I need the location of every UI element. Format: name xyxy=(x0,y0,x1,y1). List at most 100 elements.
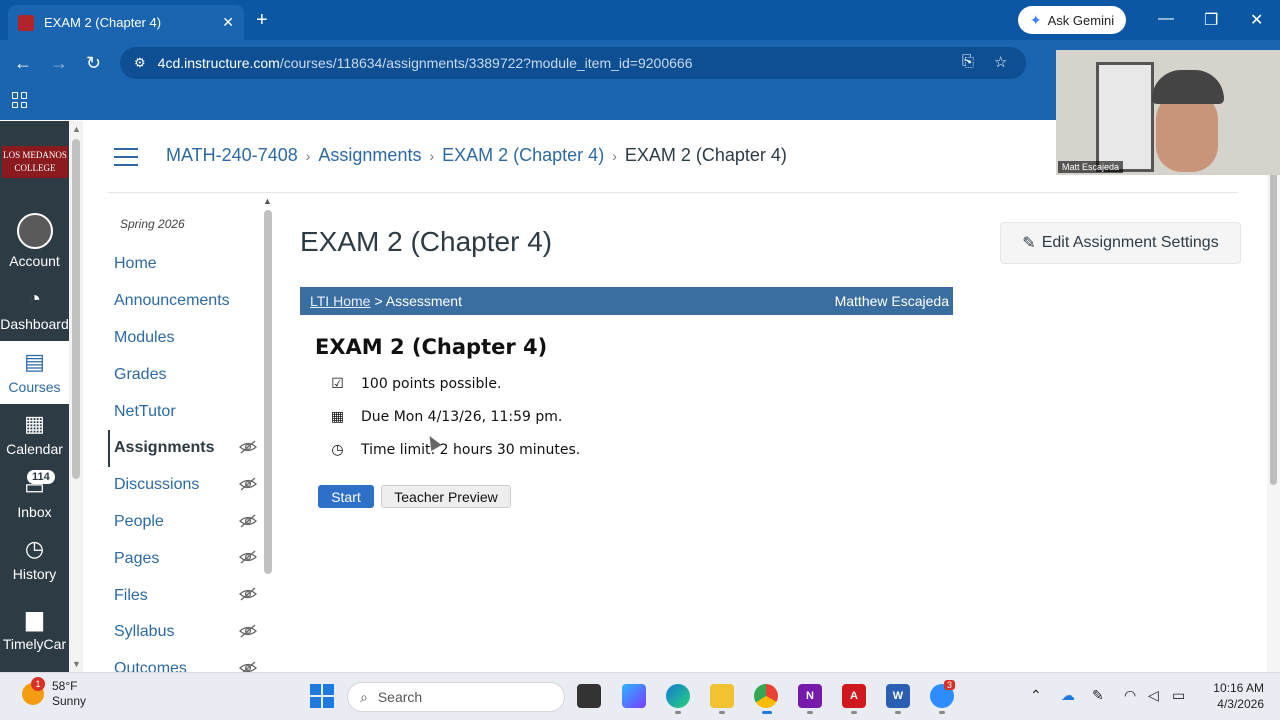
minimize-icon[interactable]: — xyxy=(1158,10,1174,28)
global-nav-label: Calendar xyxy=(6,441,63,457)
breadcrumb-assignments[interactable]: Assignments xyxy=(318,145,421,166)
course-nav-grades[interactable]: Grades xyxy=(108,356,263,393)
due-text: Due Mon 4/13/26, 11:59 pm. xyxy=(361,409,563,425)
app-active-indicator xyxy=(762,711,772,714)
close-window-icon[interactable]: ✕ xyxy=(1250,10,1263,30)
battery-icon[interactable]: ▭ xyxy=(1172,687,1185,704)
course-nav-label: Assignments xyxy=(114,439,215,457)
course-nav-home[interactable]: Home xyxy=(108,246,263,283)
scrollbar-thumb[interactable] xyxy=(264,210,272,574)
course-nav-nettutor[interactable]: NetTutor xyxy=(108,393,263,430)
weather-badge: 1 xyxy=(31,677,45,691)
breadcrumb-current: EXAM 2 (Chapter 4) xyxy=(624,145,787,165)
course-nav-announcements[interactable]: Announcements xyxy=(108,283,263,320)
acrobat-icon[interactable]: A xyxy=(842,684,866,708)
file-explorer-icon[interactable] xyxy=(710,684,734,708)
scroll-up-icon[interactable]: ▲ xyxy=(263,196,272,206)
global-nav-courses[interactable]: ▤ Courses xyxy=(0,341,69,404)
onedrive-icon[interactable]: ☁ xyxy=(1061,687,1075,704)
bookmark-star-icon[interactable]: ☆ xyxy=(994,53,1007,71)
chevron-right-icon: › xyxy=(429,147,435,164)
scroll-up-icon[interactable]: ▲ xyxy=(72,124,81,134)
address-bar[interactable]: ⚙ 4cd.instructure.com/courses/118634/ass… xyxy=(120,47,1026,79)
edge-icon[interactable] xyxy=(666,684,690,708)
chrome-icon[interactable] xyxy=(754,684,778,708)
start-button[interactable]: Start xyxy=(318,485,374,508)
show-hidden-icons[interactable]: ⌃ xyxy=(1030,687,1042,704)
global-nav-label: TimelyCar xyxy=(2,636,67,652)
course-nav-people[interactable]: People xyxy=(108,504,263,541)
time-limit-info: ◷ Time limit: 2 hours 30 minutes. xyxy=(330,442,580,458)
global-nav-account[interactable]: Account xyxy=(0,213,69,269)
edit-assignment-settings-button[interactable]: ✎ Edit Assignment Settings xyxy=(1000,222,1241,264)
ask-gemini-label: Ask Gemini xyxy=(1047,12,1115,28)
app-running-indicator xyxy=(895,711,901,714)
app-running-indicator xyxy=(807,711,813,714)
reload-icon[interactable]: ↻ xyxy=(86,53,101,74)
install-icon[interactable]: ⎘ xyxy=(962,53,974,70)
global-nav-history[interactable]: ◷ History xyxy=(0,534,69,582)
onenote-icon[interactable]: N xyxy=(798,684,822,708)
app-running-indicator xyxy=(851,711,857,714)
clock-icon: ◷ xyxy=(331,441,344,458)
restore-icon[interactable]: ❐ xyxy=(1204,10,1218,30)
taskbar-search[interactable]: ⌕ Search xyxy=(347,682,565,712)
task-view-icon[interactable] xyxy=(577,684,601,708)
lti-breadcrumb: > Assessment xyxy=(374,293,462,309)
lti-home-link[interactable]: LTI Home xyxy=(310,293,370,309)
global-nav-inbox[interactable]: ▭ 114 Inbox xyxy=(0,470,69,520)
teacher-preview-button[interactable]: Teacher Preview xyxy=(381,485,511,508)
forward-icon[interactable]: → xyxy=(50,53,68,74)
course-nav-pages[interactable]: Pages xyxy=(108,540,263,577)
school-logo[interactable]: LOS MEDANOS COLLEGE xyxy=(2,146,68,178)
breadcrumb-course[interactable]: MATH-240-7408 xyxy=(166,145,298,166)
favicon-icon xyxy=(18,14,34,31)
scrollbar-thumb[interactable] xyxy=(1270,171,1277,485)
language-icon[interactable]: ✎ xyxy=(1092,687,1104,704)
course-nav-label: Syllabus xyxy=(114,623,175,641)
new-tab-icon[interactable]: + xyxy=(256,9,268,32)
global-nav-timelycare[interactable]: ▆ TimelyCar xyxy=(0,604,69,652)
breadcrumb-assignment[interactable]: EXAM 2 (Chapter 4) xyxy=(442,145,604,166)
site-settings-icon[interactable]: ⚙ xyxy=(134,55,146,71)
browser-tabstrip: EXAM 2 (Chapter 4) ✕ + ✦ Ask Gemini — ❐ … xyxy=(0,0,1280,40)
pencil-icon: ✎ xyxy=(1022,235,1036,252)
scroll-down-icon[interactable]: ▼ xyxy=(72,659,81,669)
logo-line-2: COLLEGE xyxy=(14,163,56,173)
page-title: EXAM 2 (Chapter 4) xyxy=(300,226,553,257)
close-tab-icon[interactable]: ✕ xyxy=(222,14,234,31)
system-clock[interactable]: 10:16 AM 4/3/2026 xyxy=(1206,680,1264,712)
word-icon[interactable]: W xyxy=(886,684,910,708)
checkbox-icon: ☑ xyxy=(331,375,344,392)
global-nav-label: Inbox xyxy=(17,504,52,520)
scrollbar-thumb[interactable] xyxy=(72,139,80,479)
eye-slash-icon xyxy=(239,587,257,601)
weather-widget[interactable]: 1 58°F Sunny xyxy=(22,677,87,709)
back-icon[interactable]: ← xyxy=(14,53,32,74)
video-call-overlay[interactable]: Matt Escajeda xyxy=(1056,50,1280,175)
volume-icon[interactable]: ◁ xyxy=(1148,687,1159,704)
m365-icon[interactable] xyxy=(622,684,646,708)
windows-start-icon[interactable] xyxy=(310,684,334,708)
weather-condition: Sunny xyxy=(52,694,87,708)
global-nav-scrollbar[interactable] xyxy=(69,121,83,672)
apps-grid-icon[interactable] xyxy=(12,92,28,108)
course-menu-toggle-icon[interactable] xyxy=(114,148,138,166)
course-nav-files[interactable]: Files xyxy=(108,577,263,614)
browser-tab[interactable]: EXAM 2 (Chapter 4) ✕ xyxy=(8,5,244,40)
ask-gemini-button[interactable]: ✦ Ask Gemini xyxy=(1018,6,1126,34)
course-nav-modules[interactable]: Modules xyxy=(108,320,263,357)
wifi-icon[interactable]: ◠ xyxy=(1124,687,1136,704)
course-nav-syllabus[interactable]: Syllabus xyxy=(108,614,263,651)
global-nav-calendar[interactable]: ▦ Calendar xyxy=(0,409,69,457)
course-nav-discussions[interactable]: Discussions xyxy=(108,467,263,504)
points-text: 100 points possible. xyxy=(361,376,502,392)
page-scrollbar[interactable] xyxy=(1267,121,1280,672)
course-nav-assignments[interactable]: Assignments xyxy=(108,429,263,467)
app-running-indicator xyxy=(675,711,681,714)
course-nav-scrollbar[interactable]: ▲ xyxy=(262,196,274,666)
course-nav-label: Discussions xyxy=(114,476,200,494)
chevron-right-icon: › xyxy=(305,147,311,164)
global-nav-label: History xyxy=(12,566,57,582)
global-nav-dashboard[interactable]: ◔ Dashboard xyxy=(0,284,69,332)
